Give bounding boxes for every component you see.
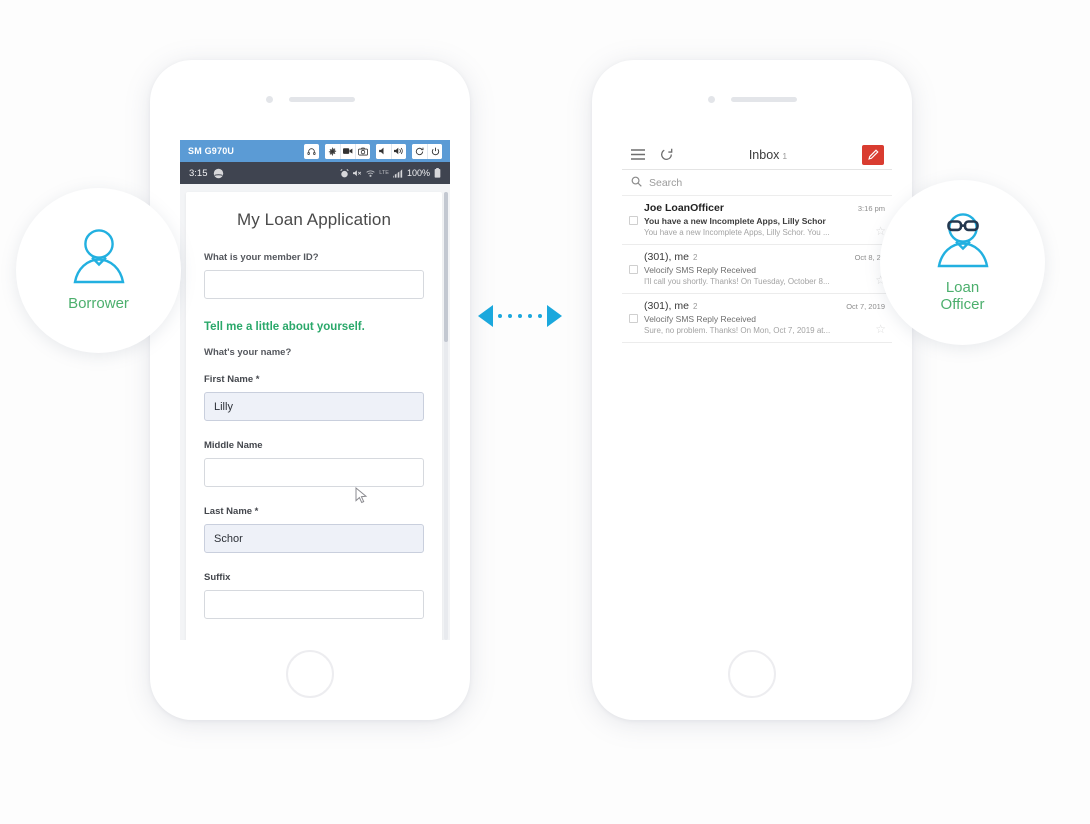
message-checkbox[interactable]: [629, 216, 638, 225]
message-subject: Velocify SMS Reply Received: [644, 314, 756, 324]
message-thread-count: 2: [692, 253, 698, 262]
earpiece-speaker: [288, 97, 355, 102]
video-record-icon[interactable]: [340, 143, 355, 159]
mail-message-list: Joe LoanOfficer 3:16 pm You have a new I…: [622, 196, 892, 343]
page-title: My Loan Application: [236, 210, 392, 229]
suffix-group: Suffix: [204, 572, 424, 619]
mail-toolbar: Inbox 1: [622, 140, 892, 170]
inbox-unread-count: 1: [782, 150, 788, 161]
arrow-head-right: [547, 305, 562, 327]
battery-percentage: 100%: [406, 168, 430, 178]
message-date: Oct 7, 2019: [846, 302, 885, 311]
lte-label-icon: LTE: [379, 170, 389, 176]
home-button[interactable]: [728, 650, 776, 698]
rotate-icon[interactable]: [412, 143, 427, 159]
last-name-input[interactable]: [204, 524, 424, 553]
mouse-cursor-icon: [355, 486, 368, 510]
message-sender: (301), me: [644, 300, 689, 312]
borrower-phone-frame: SM G970U 3:15 LTE 100% My Loan Applicati…: [150, 60, 470, 720]
middle-name-label: Middle Name: [204, 440, 263, 451]
status-time: 3:15: [189, 167, 208, 179]
last-name-group: Last Name *: [204, 506, 424, 553]
arrow-head-left: [478, 305, 493, 327]
compose-pencil-icon: [867, 149, 879, 160]
mail-list-item[interactable]: (301), me 2 Oct 8, 20 Velocify SMS Reply…: [622, 245, 892, 294]
phone-speaker-row-right: [592, 96, 912, 103]
star-icon[interactable]: ☆: [875, 323, 886, 335]
hamburger-menu-icon[interactable]: [630, 147, 646, 163]
mail-list-item[interactable]: Joe LoanOfficer 3:16 pm You have a new I…: [622, 196, 892, 245]
signal-bars-icon: [392, 168, 403, 178]
loan-officer-screen: Inbox 1 Search Joe LoanOfficer 3:16 pm Y…: [622, 140, 892, 640]
borrower-badge-label: Borrower: [68, 295, 129, 313]
suffix-label: Suffix: [204, 572, 231, 583]
message-snippet: Sure, no problem. Thanks! On Mon, Oct 7,…: [644, 326, 831, 335]
message-date: 3:16 pm: [857, 204, 885, 213]
suffix-input[interactable]: [204, 590, 424, 619]
search-icon: [631, 174, 642, 192]
middle-name-input[interactable]: [204, 458, 424, 487]
emulator-toolbar: SM G970U: [180, 140, 450, 162]
loan-officer-badge-label: Loan Officer: [940, 278, 985, 313]
name-question-label: What's your name?: [204, 347, 292, 358]
form-scrollbar-thumb[interactable]: [444, 192, 448, 342]
borrower-badge: Borrower: [16, 188, 181, 353]
loan-application-form: My Loan Application What is your member …: [180, 184, 450, 640]
phone-speaker-row: [150, 96, 470, 103]
bidirectional-dotted-arrow-icon: [478, 305, 562, 327]
first-name-label: First Name *: [204, 374, 260, 385]
mail-title-wrap: Inbox 1: [686, 146, 850, 164]
headset-icon[interactable]: [304, 143, 319, 159]
last-name-label: Last Name *: [204, 506, 259, 517]
alarm-icon: [340, 168, 349, 178]
message-checkbox[interactable]: [629, 314, 638, 323]
message-subject: You have a new Incomplete Apps, Lilly Sc…: [644, 216, 826, 226]
loan-officer-badge: Loan Officer: [880, 180, 1045, 345]
member-id-group: What is your member ID?: [204, 252, 424, 299]
mail-list-item[interactable]: (301), me 2 Oct 7, 2019 Velocify SMS Rep…: [622, 294, 892, 343]
mute-icon: [353, 169, 362, 178]
message-snippet: I'll call you shortly. Thanks! On Tuesda…: [644, 277, 830, 286]
settings-gear-icon[interactable]: [325, 143, 340, 159]
borrower-screen: SM G970U 3:15 LTE 100% My Loan Applicati…: [180, 140, 450, 640]
inbox-title: Inbox: [748, 147, 780, 162]
message-sender: (301), me: [644, 251, 689, 263]
power-icon[interactable]: [427, 143, 442, 159]
emulator-button-groups: [304, 143, 442, 159]
message-checkbox[interactable]: [629, 265, 638, 274]
person-with-glasses-icon: [934, 212, 992, 273]
about-yourself-heading: Tell me a little about yourself.: [204, 321, 365, 333]
front-camera-icon: [707, 96, 715, 103]
member-id-input[interactable]: [204, 270, 424, 299]
compose-button[interactable]: [862, 144, 884, 165]
search-placeholder: Search: [649, 176, 683, 189]
battery-icon: [434, 168, 441, 178]
middle-name-group: Middle Name: [204, 440, 424, 487]
member-id-label: What is your member ID?: [204, 252, 319, 263]
wifi-icon: [366, 169, 375, 178]
home-button[interactable]: [286, 650, 334, 698]
message-snippet: You have a new Incomplete Apps, Lilly Sc…: [644, 228, 830, 237]
message-sender: Joe LoanOfficer: [644, 202, 724, 214]
message-thread-count: 2: [692, 302, 698, 311]
first-name-input[interactable]: [204, 392, 424, 421]
arrow-dots: [498, 314, 542, 318]
emulator-device-name: SM G970U: [188, 146, 235, 156]
front-camera-icon: [265, 96, 273, 103]
app-notification-icon: [213, 168, 224, 179]
refresh-icon[interactable]: [658, 147, 674, 163]
android-status-bar: 3:15 LTE 100%: [180, 162, 450, 184]
earpiece-speaker: [730, 97, 797, 102]
loan-officer-phone-frame: Inbox 1 Search Joe LoanOfficer 3:16 pm Y…: [592, 60, 912, 720]
form-card: My Loan Application What is your member …: [186, 192, 442, 640]
message-subject: Velocify SMS Reply Received: [644, 265, 756, 275]
camera-icon[interactable]: [355, 143, 370, 159]
volume-up-icon[interactable]: [391, 143, 406, 159]
person-icon: [70, 228, 128, 289]
mail-search-bar[interactable]: Search: [622, 170, 892, 196]
first-name-group: First Name *: [204, 374, 424, 421]
volume-down-icon[interactable]: [376, 143, 391, 159]
